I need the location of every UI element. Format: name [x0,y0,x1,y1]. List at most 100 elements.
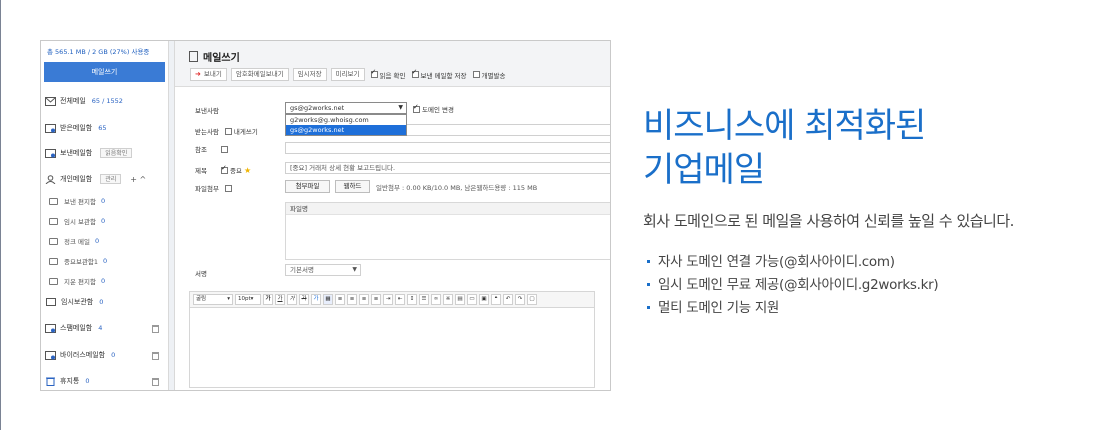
redo-icon[interactable]: ↷ [515,294,525,305]
nav-label: 임시보관함 [61,298,94,306]
font-select[interactable]: 굴림 ▾ [193,294,233,305]
quote-icon[interactable]: ❝ [491,294,501,305]
folder-icon [49,217,58,225]
compose-button[interactable]: 메일쓰기 [44,62,165,82]
to-self-checkbox[interactable]: 내게쓰기 [224,126,258,136]
read-receipt-checkbox[interactable]: 읽음 확인 [370,68,406,80]
headline: 비즈니스에 최적화된 기업메일 [643,104,926,192]
font-color-icon[interactable]: 가 [311,294,321,305]
expand-toggle-icon[interactable] [220,145,228,153]
table-icon[interactable]: ▤ [455,294,465,305]
cc-label-text: 참조 [195,146,207,154]
star-icon[interactable]: ★ [244,166,251,175]
folder-actions[interactable]: + ^ [130,175,146,184]
special-char-icon[interactable]: ※ [443,294,453,305]
folder-icon [49,237,58,245]
compose-title-text: 메일쓰기 [203,53,240,64]
feature-item: 자사 도메인 연결 가능(@회사아이디.com) [647,250,938,273]
save-draft-button[interactable]: 임시저장 [292,68,327,81]
encrypted-send-button[interactable]: 암호화메일보내기 [230,68,289,81]
trash-icon[interactable] [152,325,159,333]
headline-line2: 기업메일 [643,150,765,190]
align-center-icon[interactable]: ≡ [347,294,357,305]
virus-icon [45,350,56,360]
compose-toolbar: ➜보내기 암호화메일보내기 임시저장 미리보기 읽음 확인 보낸 메일함 저장 … [190,68,505,81]
domain-change-checkbox[interactable]: 도메인 변경 [413,103,454,114]
inbox-icon [45,123,56,133]
folder-item[interactable]: 보낸 편지함 0 [41,191,169,211]
important-checkbox[interactable]: 중요 [220,164,242,175]
undo-icon[interactable]: ↶ [503,294,513,305]
attachment-list[interactable]: 파일명 [285,202,610,260]
from-option[interactable]: g2works@g.whoisg.com [286,115,406,125]
strike-icon[interactable]: 가 [299,294,309,305]
folder-count: 0 [95,237,100,245]
to-label: 받는사람 내게쓰기 [195,126,258,136]
size-select[interactable]: 10pt▾ [235,294,261,305]
compose-header: 메일쓰기 ➜보내기 암호화메일보내기 임시저장 미리보기 읽음 확인 보낸 메일… [175,41,610,87]
align-right-icon[interactable]: ≡ [359,294,369,305]
folder-item[interactable]: 중요보관함1 0 [41,251,169,271]
individual-send-checkbox[interactable]: 개별발송 [472,70,505,80]
bullet-dot-icon [647,283,650,286]
folder-item[interactable]: 지운 편지함 0 [41,271,169,291]
storage-quota: 총 565.1 MB / 2 GB (27%) 사용중 [47,48,150,56]
italic-icon[interactable]: 가 [287,294,297,305]
list-icon[interactable]: ☰ [419,294,429,305]
feature-text: 임시 도메인 무료 제공(@회사아이디.g2works.kr) [658,276,939,293]
trash-icon[interactable] [152,352,159,360]
editor-toolbar: 굴림 ▾ 10pt▾ 가 가 가 가 가 ▦ ≡ ≡ ≡ ≡ ⇥ ⇤ ↕ ☰ ∞… [189,291,595,308]
manage-button[interactable]: 관리 [100,174,122,184]
bold-icon[interactable]: 가 [263,294,273,305]
nav-sent[interactable]: 보낸메일함 읽음확인 [41,144,169,162]
source-icon[interactable]: ▢ [527,294,537,305]
subject-input[interactable]: [중요] 거래처 상세 현황 보고드립니다. [285,162,610,174]
align-justify-icon[interactable]: ≡ [371,294,381,305]
nav-drafts[interactable]: 임시보관함 0 [41,293,169,311]
folder-item[interactable]: 임시 보관함 0 [41,211,169,231]
nav-all-mail[interactable]: 전체메일 65 / 1552 [41,92,169,110]
checkbox-checked [220,164,228,174]
signature-value: 기본서명 [290,266,314,274]
from-label: 보낸사람 [195,107,219,115]
folder-item[interactable]: 정크 메일 0 [41,231,169,251]
checkbox-label: 읽음 확인 [379,71,406,80]
mail-count: 4 [98,324,103,332]
expand-toggle-icon[interactable] [224,184,232,192]
checkbox-unchecked [472,71,480,78]
outdent-icon[interactable]: ⇤ [395,294,405,305]
align-left-icon[interactable]: ≡ [335,294,345,305]
checkbox-label: 내게쓰기 [233,128,258,136]
folder-count: 0 [100,217,106,225]
send-label: 보내기 [203,70,222,78]
attach-file-button[interactable]: 첨부파일 [285,180,330,193]
line-height-icon[interactable]: ↕ [407,294,417,305]
save-sent-checkbox[interactable]: 보낸 메일함 저장 [411,68,467,80]
nav-inbox[interactable]: 받은메일함 65 [41,119,169,137]
trash-icon[interactable] [152,378,159,386]
signature-select[interactable]: 기본서명 ▼ [285,264,361,276]
editor-body[interactable] [189,308,595,388]
bg-color-icon[interactable]: ▦ [323,294,333,305]
nav-spam[interactable]: 스팸메일함 4 [41,319,169,337]
send-button[interactable]: ➜ 보내기 [190,68,227,81]
font-value: 굴림 [196,296,207,302]
size-value: 10pt [238,296,251,302]
nav-personal[interactable]: 개인메일함 관리 + ^ [41,170,169,188]
image-icon[interactable]: ▣ [479,294,489,305]
link-icon[interactable]: ∞ [431,294,441,305]
from-select[interactable]: gs@g2works.net ▼ [285,102,407,114]
mail-count: 65 [98,124,107,132]
indent-icon[interactable]: ⇥ [383,294,393,305]
preview-button[interactable]: 미리보기 [330,68,365,81]
folder-label: 지운 편지함 [64,278,96,286]
webhard-button[interactable]: 웹하드 [335,180,370,193]
hr-icon[interactable]: ▭ [467,294,477,305]
nav-virus[interactable]: 바이러스메일함 0 [41,346,169,364]
bullet-dot-icon [647,306,650,309]
from-option-selected[interactable]: gs@g2works.net [286,125,406,135]
underline-icon[interactable]: 가 [275,294,285,305]
read-receipt-button[interactable]: 읽음확인 [100,148,133,158]
nav-trash[interactable]: 휴지통 0 [41,372,169,390]
cc-input[interactable] [285,142,610,154]
